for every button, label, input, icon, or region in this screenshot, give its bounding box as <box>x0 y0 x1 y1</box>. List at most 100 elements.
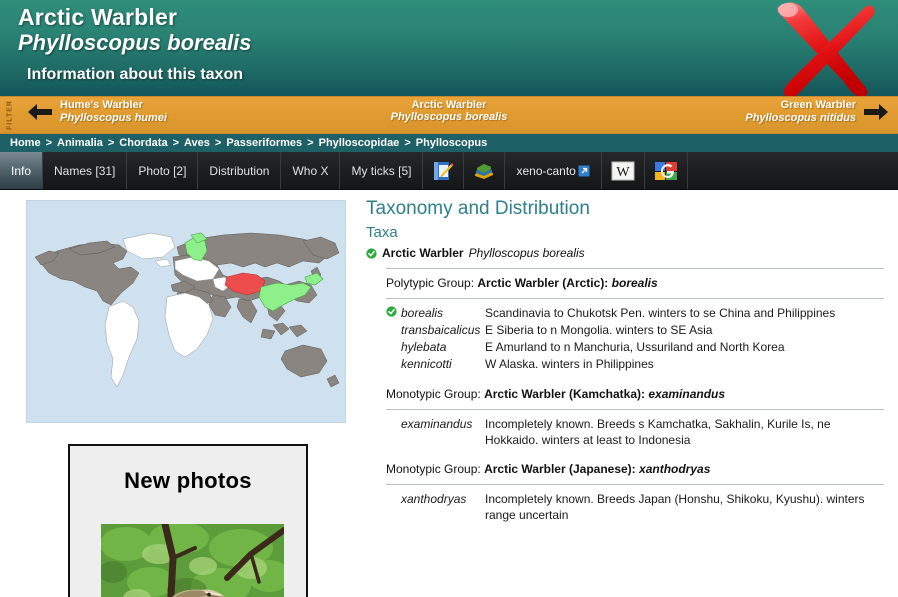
green-check-icon <box>366 247 377 259</box>
table-row: hylebata E Amurland to n Manchuria, Ussu… <box>386 340 884 357</box>
google-icon <box>654 161 677 180</box>
page-root: Arctic Warbler Phylloscopus borealis Inf… <box>0 0 898 597</box>
divider <box>386 483 884 485</box>
taxon-nav-bar: FILTER Hume's Warbler Phylloscopus humei… <box>0 96 898 133</box>
sidebar: New photos <box>0 190 360 597</box>
notepad-pencil-icon <box>434 161 454 180</box>
subspecies-range: E Siberia to n Mongolia. winters to SE A… <box>485 322 713 337</box>
group-name: Arctic Warbler (Arctic): <box>477 276 609 290</box>
subspecies-name[interactable]: hylebata <box>401 340 485 357</box>
breadcrumb: Home > Animalia > Chordata > Aves > Pass… <box>0 133 898 152</box>
subspecies-table-kamchatka: examinandus Incompletely known. Breeds s… <box>386 417 884 450</box>
subspecies-status <box>386 492 401 525</box>
subspecies-name[interactable]: transbaicalicus <box>401 323 485 340</box>
group-taxon: xanthodryas <box>639 461 711 476</box>
group-name: Arctic Warbler (Japanese): <box>484 461 636 476</box>
green-check-icon <box>386 306 397 317</box>
world-map-graphic <box>27 201 345 422</box>
divider <box>386 298 884 299</box>
section-title: Taxonomy and Distribution <box>366 198 590 219</box>
prev-taxon-link[interactable]: Hume's Warbler Phylloscopus humei <box>26 99 167 125</box>
subspecies-status <box>386 340 401 357</box>
prev-taxon-common-name: Hume's Warbler <box>60 99 143 111</box>
subspecies-status <box>386 357 401 374</box>
page-scientific-name: Phylloscopus borealis <box>18 30 252 55</box>
tab-who-x[interactable]: Who X <box>281 152 341 189</box>
tab-photo[interactable]: Photo [2] <box>127 152 199 189</box>
books-icon <box>475 163 494 179</box>
arrow-left-icon <box>28 103 52 120</box>
breadcrumb-separator: > <box>172 137 180 149</box>
species-row: Arctic Warbler Phylloscopus borealis <box>366 246 884 260</box>
tab-distribution[interactable]: Distribution <box>198 152 282 189</box>
next-taxon-common-name: Green Warbler <box>780 99 856 111</box>
tab-bar: Info Names [31] Photo [2] Distribution W… <box>0 152 898 190</box>
subspecies-status <box>386 323 401 340</box>
next-taxon-scientific-name: Phylloscopus nitidus <box>745 111 856 124</box>
group-heading-kamchatka: Monotypic Group: Arctic Warbler (Kamchat… <box>386 387 884 401</box>
breadcrumb-item-passeriformes[interactable]: Passeriformes <box>226 137 302 149</box>
arrow-right-icon <box>864 103 888 120</box>
group-name: Arctic Warbler (Kamchatka): <box>484 386 645 401</box>
content-area: New photos Taxonomy and Distribution Tax… <box>0 190 898 597</box>
tab-xeno-canto[interactable]: xeno-canto <box>505 152 602 189</box>
tab-info[interactable]: Info <box>0 152 44 189</box>
subspecies-name[interactable]: kennicotti <box>401 357 485 374</box>
new-photos-title: New photos <box>124 468 252 493</box>
tab-references[interactable] <box>464 152 506 189</box>
next-taxon-link[interactable]: Green Warbler Phylloscopus nitidus <box>745 99 890 125</box>
subspecies-range: Scandinavia to Chukotsk Pen. winters to … <box>485 306 836 320</box>
breadcrumb-item-phylloscopidae[interactable]: Phylloscopidae <box>319 137 400 149</box>
breadcrumb-item-chordata[interactable]: Chordata <box>119 137 167 149</box>
tab-google[interactable] <box>645 152 688 189</box>
subspecies-name[interactable]: xanthodryas <box>401 492 485 525</box>
tab-wikipedia[interactable]: W <box>602 152 645 189</box>
table-row: borealis Scandinavia to Chukotsk Pen. wi… <box>386 306 884 323</box>
filter-tab[interactable]: FILTER <box>3 100 17 131</box>
subspecies-status <box>386 306 401 323</box>
tab-names[interactable]: Names [31] <box>43 152 128 189</box>
breadcrumb-item-home[interactable]: Home <box>10 137 41 149</box>
section-subtitle: Taxa <box>366 224 398 241</box>
subspecies-table-arctic: borealis Scandinavia to Chukotsk Pen. wi… <box>386 306 884 374</box>
group-taxon: borealis <box>611 276 658 290</box>
page-title: Arctic Warbler <box>18 4 178 30</box>
subspecies-table-japanese: xanthodryas Incompletely known. Breeds J… <box>386 492 884 525</box>
table-row: xanthodryas Incompletely known. Breeds J… <box>386 492 884 525</box>
breadcrumb-separator: > <box>404 137 411 149</box>
breadcrumb-separator: > <box>307 137 314 149</box>
tab-empty <box>688 152 898 189</box>
subspecies-range: Incompletely known. Breeds Japan (Honshu… <box>485 491 865 522</box>
table-row: transbaicalicus E Siberia to n Mongolia.… <box>386 323 884 340</box>
breadcrumb-item-phylloscopus[interactable]: Phylloscopus <box>416 137 488 149</box>
group-heading-arctic: Polytypic Group: Arctic Warbler (Arctic)… <box>386 276 884 290</box>
group-taxon: examinandus <box>648 386 726 401</box>
tab-notes[interactable] <box>423 152 465 189</box>
subspecies-range: E Amurland to n Manchuria, Ussuriland an… <box>485 339 785 354</box>
tab-xeno-canto-label: xeno-canto <box>516 163 576 178</box>
distribution-map[interactable] <box>26 200 346 423</box>
external-link-icon <box>578 165 590 176</box>
species-scientific-name: Phylloscopus borealis <box>468 246 585 260</box>
group-heading-japanese: Monotypic Group: Arctic Warbler (Japanes… <box>386 462 884 476</box>
breadcrumb-separator: > <box>107 137 115 149</box>
subspecies-name[interactable]: borealis <box>401 306 485 323</box>
arctic-warbler-photo <box>101 524 284 597</box>
svg-text:W: W <box>616 165 630 180</box>
divider <box>386 408 884 410</box>
tab-my-ticks[interactable]: My ticks [5] <box>340 152 424 189</box>
breadcrumb-separator: > <box>214 137 222 149</box>
page-subtitle: Information about this taxon <box>27 66 243 83</box>
prev-taxon-scientific-name: Phylloscopus humei <box>60 111 167 124</box>
divider <box>386 268 884 269</box>
subspecies-name[interactable]: examinandus <box>401 417 485 450</box>
subspecies-range: Incompletely known. Breeds s Kamchatka, … <box>485 416 831 447</box>
breadcrumb-item-aves[interactable]: Aves <box>184 137 210 149</box>
breadcrumb-item-animalia[interactable]: Animalia <box>57 137 103 149</box>
table-row: kennicotti W Alaska. winters in Philippi… <box>386 357 884 374</box>
table-row: examinandus Incompletely known. Breeds s… <box>386 417 884 450</box>
red-x-logo-icon[interactable] <box>758 0 888 96</box>
taxonomy-panel: Taxonomy and Distribution Taxa Arctic Wa… <box>360 190 898 589</box>
species-common-name[interactable]: Arctic Warbler <box>382 246 464 260</box>
new-photo-thumbnail[interactable] <box>101 524 284 597</box>
